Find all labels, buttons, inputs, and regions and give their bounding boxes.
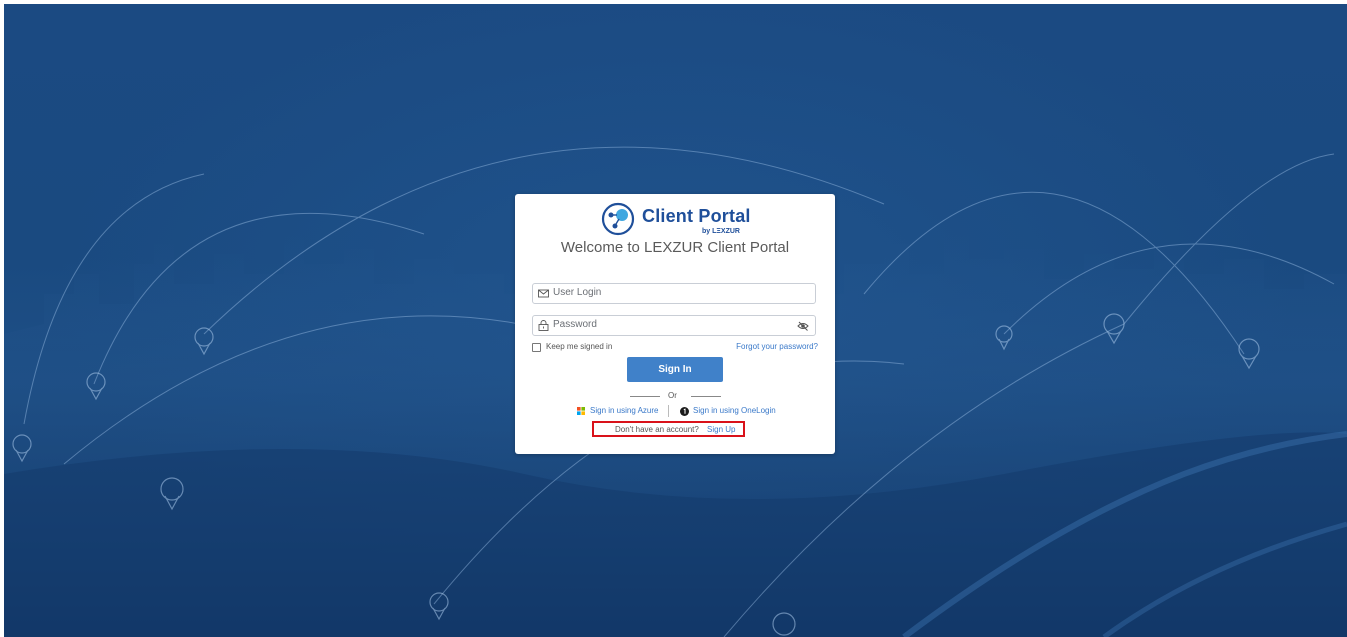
forgot-password-link[interactable]: Forgot your password? bbox=[736, 342, 818, 351]
or-line-left bbox=[630, 396, 660, 397]
onelogin-icon[interactable] bbox=[680, 407, 689, 416]
sign-in-button[interactable]: Sign In bbox=[627, 357, 723, 382]
or-line-right bbox=[691, 396, 721, 397]
or-text: Or bbox=[668, 391, 677, 400]
lock-icon bbox=[538, 320, 549, 331]
client-portal-logo: Client Portal by LΞXZUR bbox=[601, 202, 751, 238]
background: Client Portal by LΞXZUR Welcome to LEXZU… bbox=[4, 4, 1347, 637]
signup-question: Don't have an account? bbox=[615, 425, 699, 434]
microsoft-logo-icon[interactable] bbox=[577, 407, 585, 415]
welcome-heading: Welcome to LEXZUR Client Portal bbox=[560, 239, 790, 256]
sign-up-link[interactable]: Sign Up bbox=[707, 425, 735, 434]
sso-options: Sign in using Azure Sign in using OneLog… bbox=[515, 405, 835, 417]
user-login-placeholder: User Login bbox=[553, 287, 602, 298]
password-input[interactable]: Password bbox=[532, 315, 816, 336]
password-placeholder: Password bbox=[553, 319, 597, 330]
client-portal-logo-icon bbox=[601, 202, 635, 236]
sign-in-azure-link[interactable]: Sign in using Azure bbox=[590, 406, 659, 415]
keep-signed-in-checkbox[interactable] bbox=[532, 343, 541, 352]
brand-byline: by LΞXZUR bbox=[702, 228, 740, 235]
keep-signed-in-label: Keep me signed in bbox=[546, 342, 613, 351]
login-card: Client Portal by LΞXZUR Welcome to LEXZU… bbox=[515, 194, 835, 454]
sso-divider bbox=[668, 405, 669, 417]
signup-highlight: Don't have an account? Sign Up bbox=[592, 421, 745, 437]
eye-slash-icon[interactable] bbox=[797, 320, 809, 332]
brand-name: Client Portal bbox=[642, 206, 751, 226]
or-divider: Or bbox=[515, 391, 835, 401]
user-login-input[interactable]: User Login bbox=[532, 283, 816, 304]
envelope-icon bbox=[538, 289, 549, 298]
sign-in-onelogin-link[interactable]: Sign in using OneLogin bbox=[693, 406, 776, 415]
